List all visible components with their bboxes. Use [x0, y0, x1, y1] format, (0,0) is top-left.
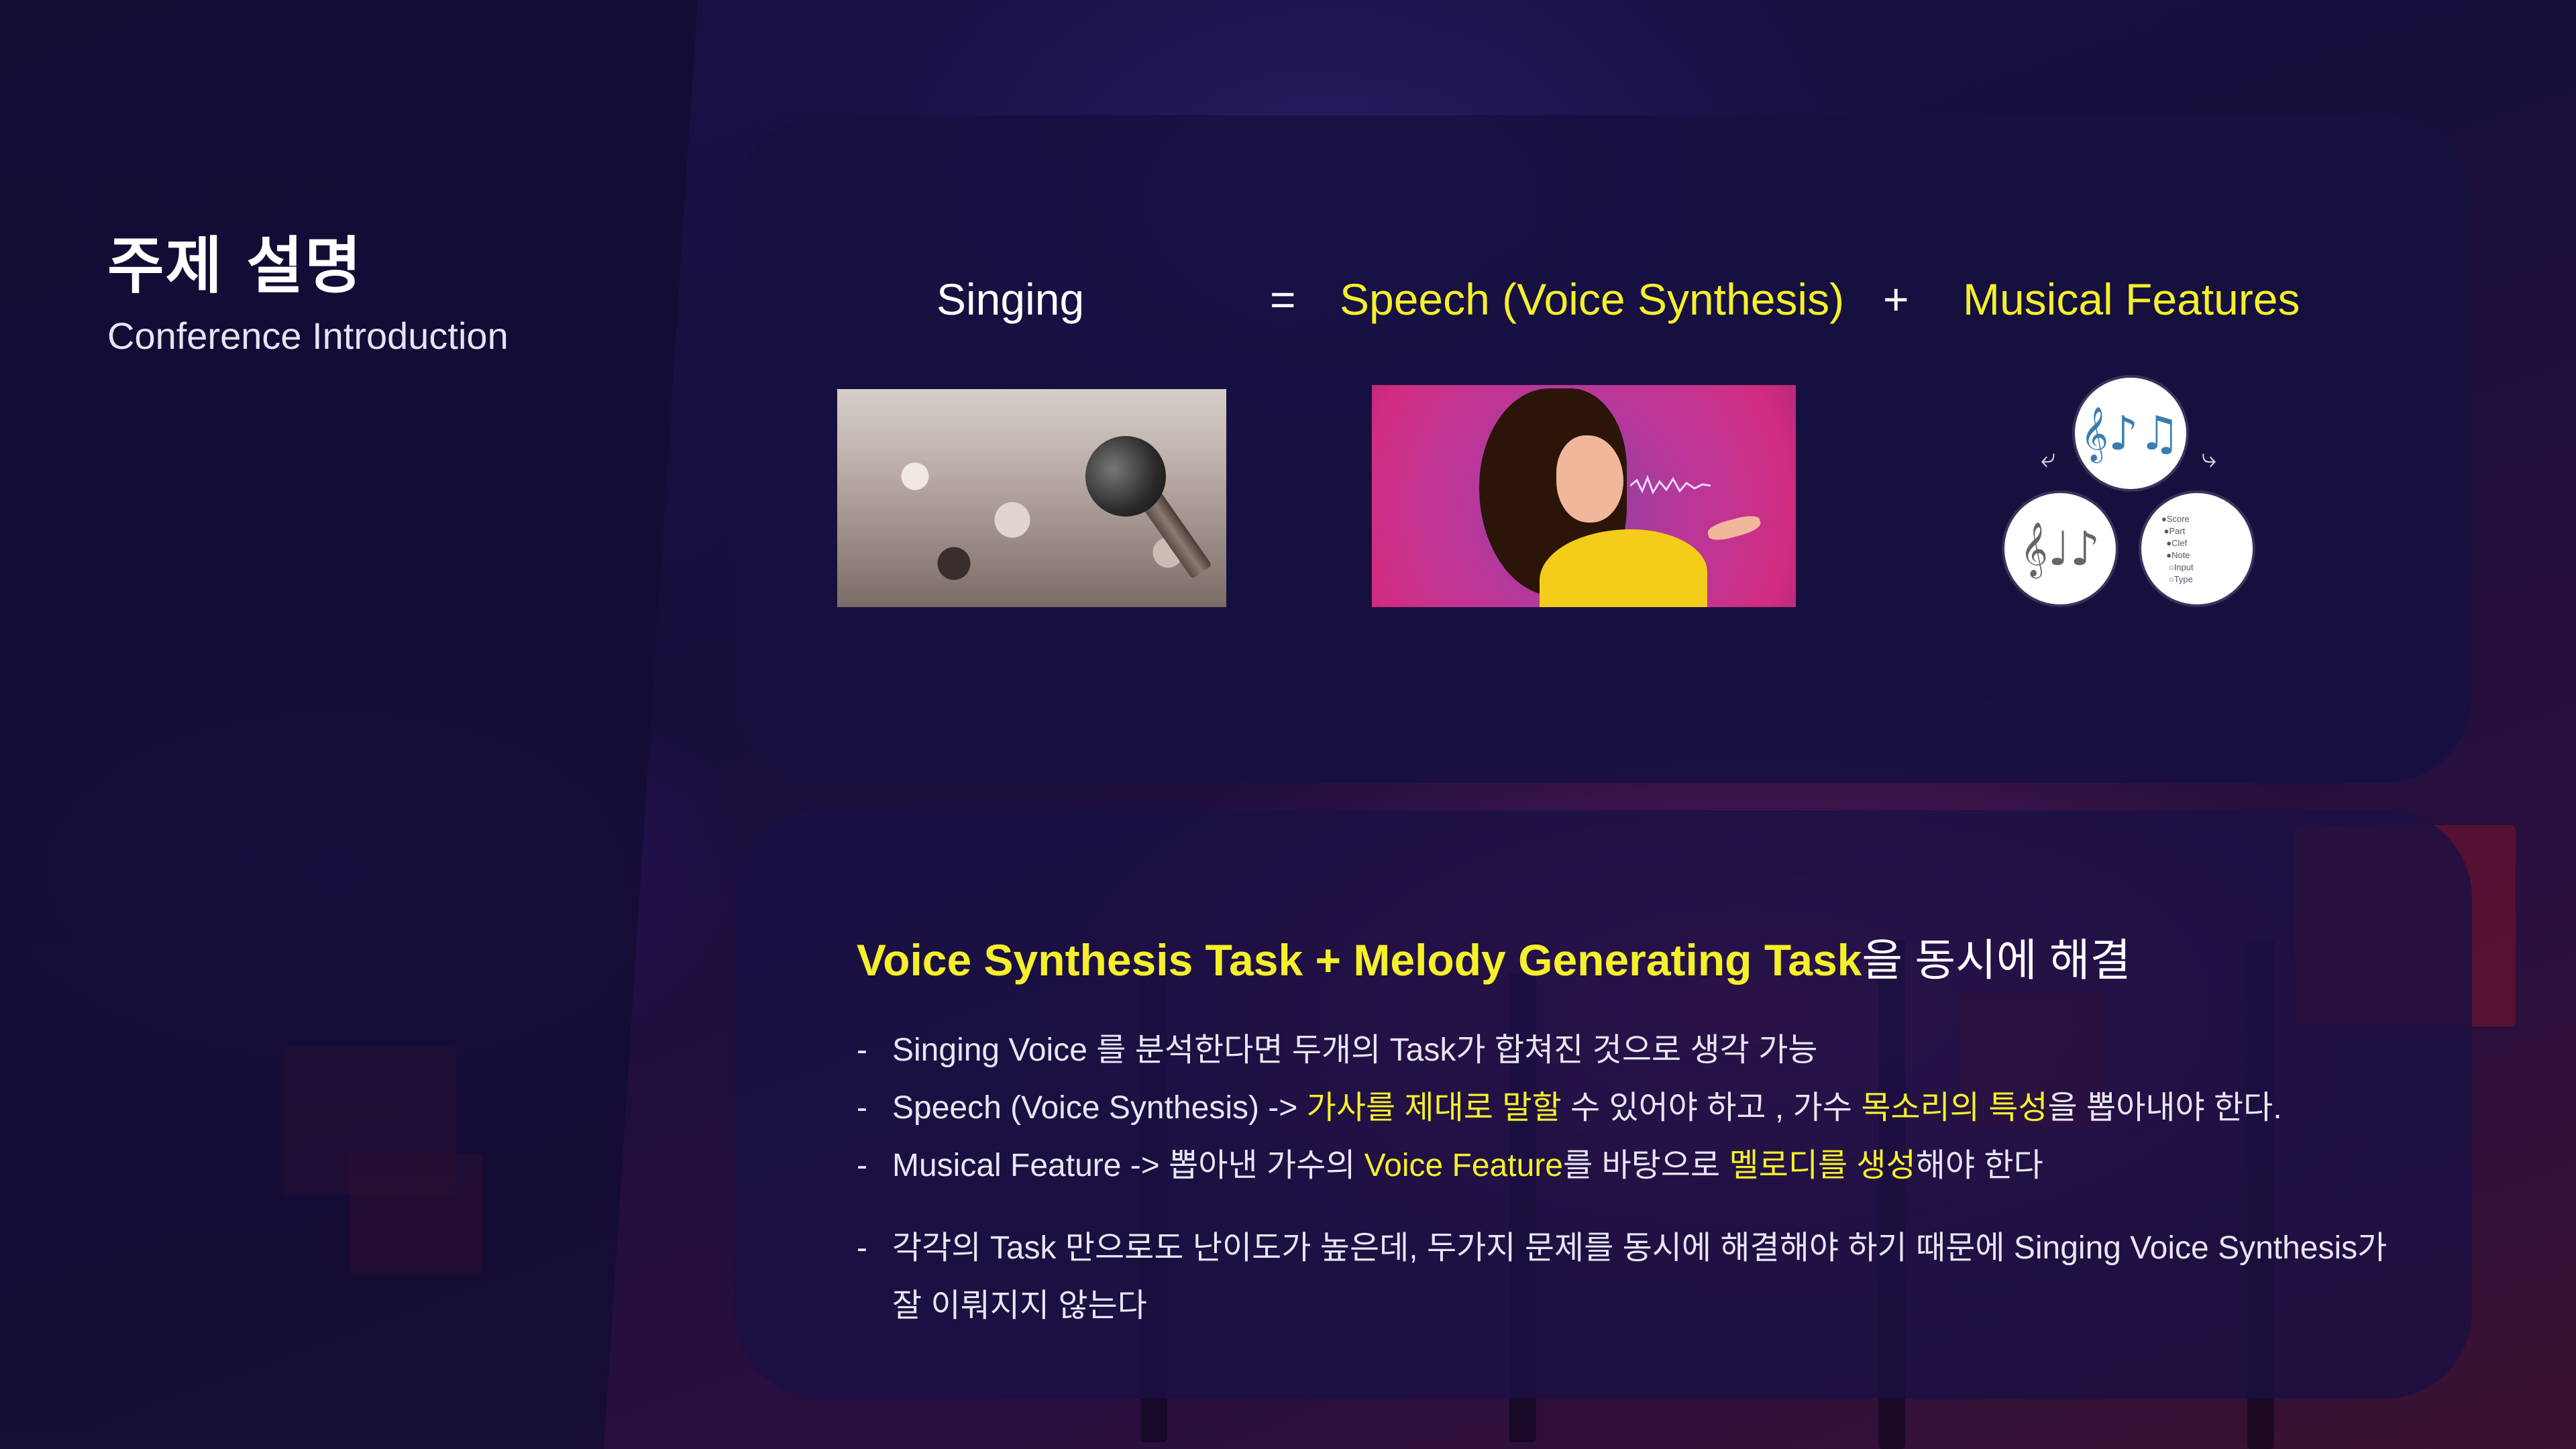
bullet-item: - Singing Voice 를 분석한다면 두개의 Task가 합쳐진 것으로…	[857, 1032, 1818, 1068]
score-tree-circle: ●Score ●Part ●Clef ●Note ○Input ○Type	[2141, 493, 2253, 604]
page-subtitle: Conference Introduction	[107, 315, 508, 357]
treble-clef-icon: 𝄞♪♫	[2080, 405, 2181, 461]
bullet-item-continued: 잘 이뤄지지 않는다	[892, 1288, 1147, 1324]
summary-heading: Voice Synthesis Task + Melody Generating…	[857, 924, 2131, 989]
cycle-arrow-icon: ⤷	[2202, 443, 2217, 474]
eq-musical: Musical Features	[1963, 274, 2300, 324]
face-shape	[1556, 435, 1623, 523]
notes-icon: 𝄞♩♪	[2020, 521, 2100, 576]
eq-speech: Speech (Voice Synthesis)	[1340, 274, 1845, 324]
bullet-item: - 각각의 Task 만으로도 난이도가 높은데, 두가지 문제를 동시에 해결해…	[857, 1230, 2387, 1266]
eq-equals: =	[1270, 274, 1296, 324]
microphone-crowd-image	[837, 389, 1226, 607]
heading-highlight: Voice Synthesis Task + Melody Generating…	[857, 935, 1862, 985]
bullet-item: - Speech (Voice Synthesis) -> 가사를 제대로 말할 …	[857, 1090, 2282, 1126]
score-tree-icon: ●Score ●Part ●Clef ●Note ○Input ○Type	[2161, 514, 2194, 584]
eq-singing: Singing	[936, 274, 1085, 324]
heading-rest: 을 동시에 해결	[1862, 935, 2131, 985]
sound-wave-icon	[1630, 474, 1711, 495]
eq-plus: +	[1883, 274, 1909, 324]
music-notes-circle: 𝄞♩♪	[2004, 493, 2116, 604]
cycle-arrow-icon: ⤶	[2041, 443, 2056, 474]
woman-singing-image	[1372, 385, 1796, 607]
page-title: 주제 설명	[107, 230, 363, 302]
hand-shape	[1705, 513, 1763, 543]
music-score-circle: 𝄞♪♫	[2075, 378, 2186, 489]
bullet-item: - Musical Feature -> 뽑아낸 가수의 Voice Featur…	[857, 1148, 2043, 1183]
